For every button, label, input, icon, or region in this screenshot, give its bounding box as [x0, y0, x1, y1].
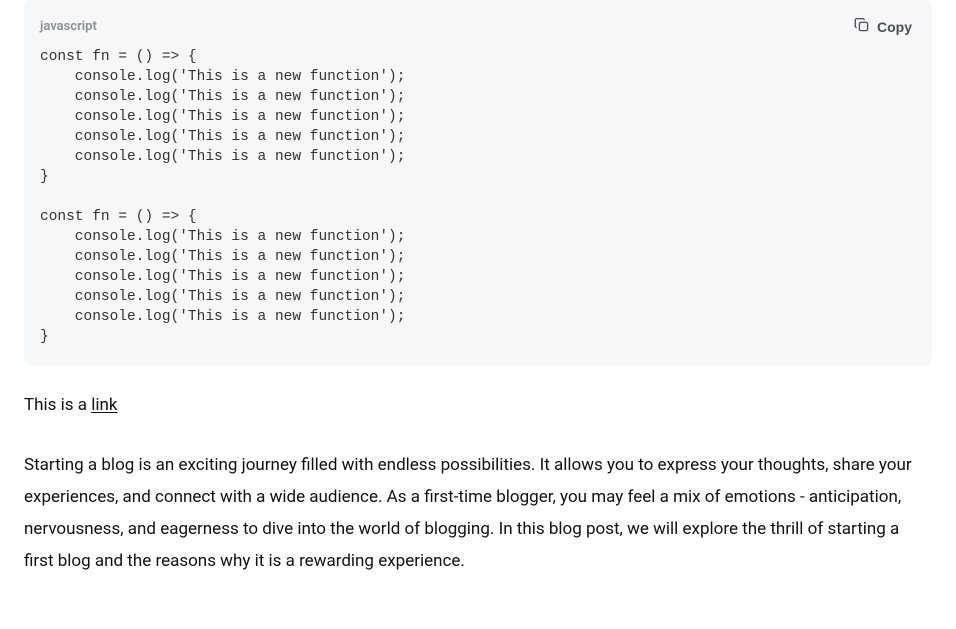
copy-button-label: Copy [877, 19, 912, 35]
code-block-header: javascript Copy [40, 14, 916, 39]
link-prefix-text: This is a [24, 395, 91, 415]
copy-button[interactable]: Copy [849, 14, 916, 39]
copy-icon [853, 16, 871, 37]
inline-link[interactable]: link [91, 395, 117, 415]
code-block: javascript Copy const fn = () => { conso… [24, 0, 932, 365]
body-paragraph: Starting a blog is an exciting journey f… [24, 449, 932, 577]
code-content: const fn = () => { console.log('This is … [40, 47, 916, 347]
code-language-label: javascript [40, 19, 97, 34]
link-paragraph: This is a link [24, 389, 932, 421]
